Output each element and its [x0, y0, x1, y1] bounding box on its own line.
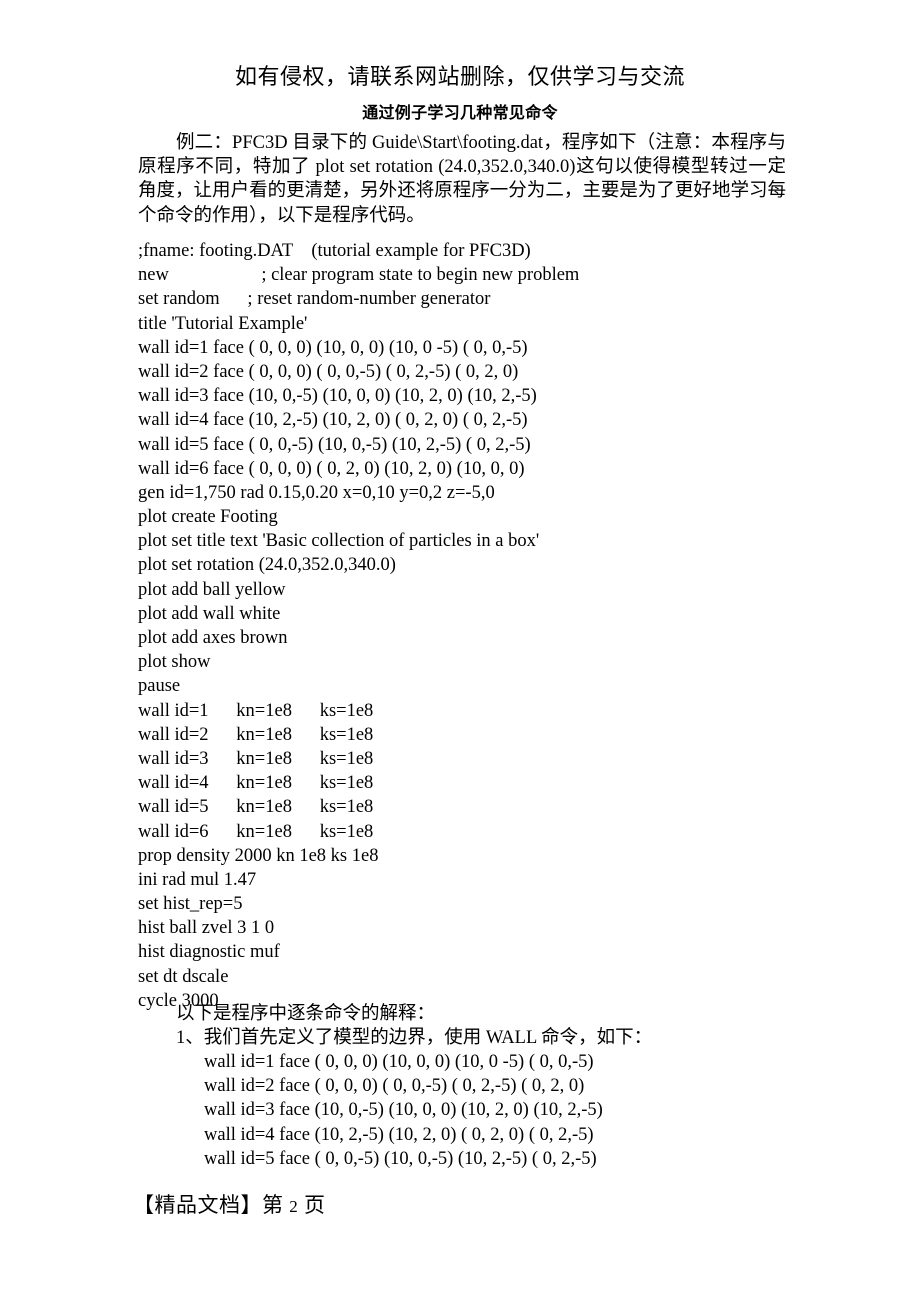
code-line: wall id=2 face ( 0, 0, 0) ( 0, 0,-5) ( 0…	[138, 361, 519, 382]
footer-page-number: 2	[289, 1197, 299, 1216]
page-footer: 【精品文档】第 2 页	[133, 1190, 326, 1222]
code-line: wall id=5 face ( 0, 0,-5) (10, 0,-5) (10…	[138, 434, 531, 455]
document-page: 如有侵权，请联系网站删除，仅供学习与交流 通过例子学习几种常见命令 例二：PFC…	[0, 0, 920, 1302]
code-line: gen id=1,750 rad 0.15,0.20 x=0,10 y=0,2 …	[138, 482, 495, 503]
code-line: wall id=3 kn=1e8 ks=1e8	[138, 748, 374, 769]
code-line: wall id=5 kn=1e8 ks=1e8	[138, 797, 374, 818]
footer-label: 【精品文档】第	[133, 1193, 284, 1217]
code-line: plot set title text 'Basic collection of…	[138, 531, 540, 552]
code-line: wall id=6 face ( 0, 0, 0) ( 0, 2, 0) (10…	[138, 458, 525, 479]
code-line: wall id=4 face (10, 2,-5) (10, 2, 0) ( 0…	[204, 1124, 594, 1145]
code-line: set random ; reset random-number generat…	[138, 289, 491, 310]
code-line: plot add wall white	[138, 603, 281, 624]
code-listing: ;fname: footing.DAT (tutorial example fo…	[138, 239, 838, 1013]
intro-paragraph: 例二：PFC3D 目录下的 Guide\Start\footing.dat，程序…	[138, 133, 786, 226]
code-line: set dt dscale	[138, 966, 229, 987]
sub-code-listing: wall id=1 face ( 0, 0, 0) (10, 0, 0) (10…	[138, 1050, 838, 1171]
code-line: hist ball zvel 3 1 0	[138, 918, 275, 939]
code-line: wall id=2 kn=1e8 ks=1e8	[138, 724, 374, 745]
code-line: wall id=3 face (10, 0,-5) (10, 0, 0) (10…	[138, 386, 537, 407]
code-line: set hist_rep=5	[138, 894, 243, 915]
code-line: title 'Tutorial Example'	[138, 313, 308, 334]
code-line: pause	[138, 676, 181, 697]
explanation-item-1: 1、我们首先定义了模型的边界，使用 WALL 命令，如下：	[176, 1028, 653, 1048]
code-line: plot add axes brown	[138, 628, 288, 648]
code-line: plot add ball yellow	[138, 579, 286, 600]
code-line: plot create Footing	[138, 507, 278, 528]
code-line: hist diagnostic muf	[138, 942, 280, 963]
code-line: wall id=4 face (10, 2,-5) (10, 2, 0) ( 0…	[138, 410, 528, 431]
code-line: wall id=1 face ( 0, 0, 0) (10, 0, 0) (10…	[138, 337, 528, 358]
code-line: wall id=1 kn=1e8 ks=1e8	[138, 700, 374, 721]
code-line: wall id=4 kn=1e8 ks=1e8	[138, 773, 374, 794]
code-line: wall id=3 face (10, 0,-5) (10, 0, 0) (10…	[204, 1100, 603, 1121]
code-line: wall id=6 kn=1e8 ks=1e8	[138, 821, 374, 842]
code-line: wall id=5 face ( 0, 0,-5) (10, 0,-5) (10…	[204, 1148, 597, 1169]
copyright-banner: 如有侵权，请联系网站删除，仅供学习与交流	[234, 64, 685, 89]
code-line: new ; clear program state to begin new p…	[138, 265, 580, 286]
footer-page-unit: 页	[304, 1193, 326, 1217]
code-line: plot set rotation (24.0,352.0,340.0)	[138, 555, 396, 576]
code-line: wall id=2 face ( 0, 0, 0) ( 0, 0,-5) ( 0…	[204, 1076, 585, 1097]
code-line: wall id=1 face ( 0, 0, 0) (10, 0, 0) (10…	[204, 1052, 594, 1072]
code-line: prop density 2000 kn 1e8 ks 1e8	[138, 845, 379, 866]
code-line: ;fname: footing.DAT (tutorial example fo…	[138, 241, 531, 261]
code-line: plot show	[138, 652, 211, 673]
code-line: ini rad mul 1.47	[138, 869, 257, 890]
explanation-lead: 以下是程序中逐条命令的解释：	[176, 1004, 436, 1024]
page-title: 通过例子学习几种常见命令	[362, 105, 558, 122]
